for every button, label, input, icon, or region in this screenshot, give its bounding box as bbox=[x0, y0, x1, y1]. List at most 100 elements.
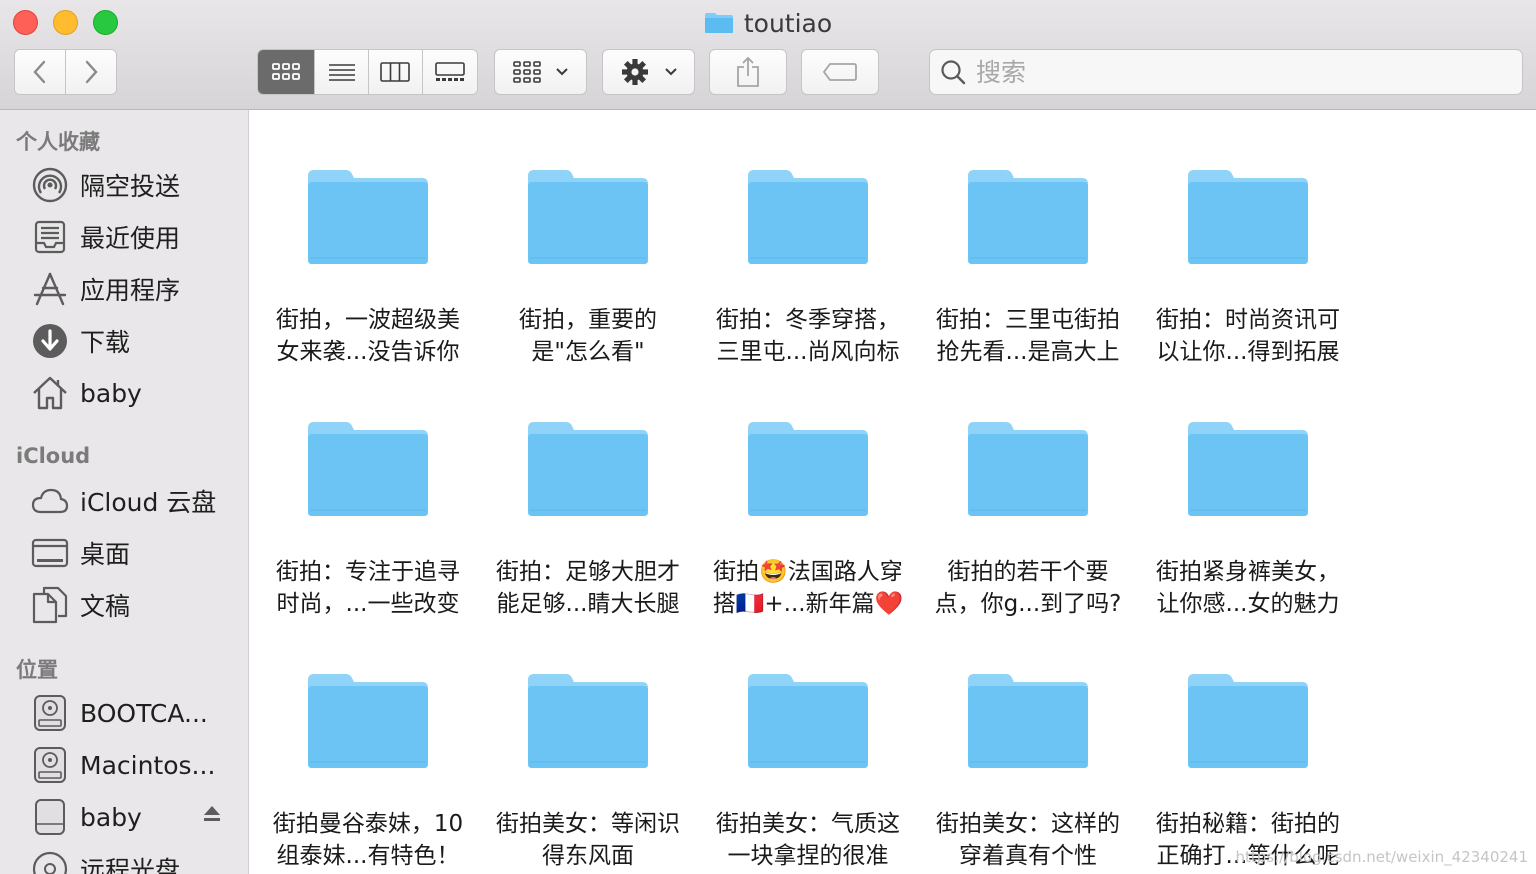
folder-label: 街拍🤩法国路人穿 搭🇫🇷+...新年篇❤️ bbox=[712, 559, 904, 617]
folder-item[interactable]: 街拍：冬季穿搭， 三里屯...尚风向标 bbox=[698, 168, 918, 398]
folder-item[interactable]: 街拍🤩法国路人穿 搭🇫🇷+...新年篇❤️ bbox=[698, 420, 918, 650]
tag-icon bbox=[822, 63, 857, 81]
folder-label: 街拍：三里屯街拍 抢先看...是高大上 bbox=[936, 307, 1120, 365]
icon-view-icon bbox=[272, 63, 301, 80]
folder-item[interactable]: 街拍美女：这样的 穿着真有个性 bbox=[918, 672, 1138, 874]
eject-icon[interactable] bbox=[202, 804, 222, 828]
folder-label: 街拍美女：这样的 穿着真有个性 bbox=[936, 811, 1120, 869]
folder-icon bbox=[1186, 168, 1310, 272]
sidebar-item-label: 下载 bbox=[80, 328, 131, 357]
group-by-button[interactable] bbox=[494, 49, 587, 95]
home-icon bbox=[30, 373, 70, 413]
sidebar-item-remote-disc[interactable]: 远程光盘 bbox=[30, 846, 240, 874]
sidebar-item-macintosh-hd[interactable]: Macintos... bbox=[30, 742, 240, 788]
sidebar-item-label: Macintos... bbox=[80, 750, 216, 780]
recents-icon bbox=[30, 217, 70, 257]
sidebar-item-label: 隔空投送 bbox=[80, 172, 181, 201]
sidebar-heading-icloud: iCloud bbox=[16, 444, 91, 468]
sidebar-item-desktop[interactable]: 桌面 bbox=[30, 530, 240, 576]
folder-icon bbox=[1186, 420, 1310, 524]
folder-icon bbox=[966, 168, 1090, 272]
sidebar-heading-locations: 位置 bbox=[16, 658, 58, 682]
column-view-icon bbox=[380, 62, 411, 82]
downloads-icon bbox=[30, 321, 70, 361]
window-title: toutiao bbox=[0, 6, 1536, 40]
folder-icon bbox=[1186, 672, 1310, 776]
folder-item[interactable]: 街拍曼谷泰妹，10 组泰妹...有特色！ bbox=[258, 672, 478, 874]
sidebar-item-icloud-drive[interactable]: iCloud 云盘 bbox=[30, 478, 240, 524]
folder-item[interactable]: 街拍，重要的 是"怎么看" bbox=[478, 168, 698, 398]
sidebar-item-bootcamp[interactable]: BOOTCA... bbox=[30, 690, 240, 736]
sidebar: 个人收藏 隔空投送 最近使用 应用程序 下载 baby iCloud iClou… bbox=[0, 110, 249, 874]
folder-icon bbox=[526, 672, 650, 776]
folder-icon bbox=[526, 168, 650, 272]
chevron-down-icon bbox=[555, 68, 568, 76]
chevron-right-icon bbox=[85, 60, 98, 84]
folder-item[interactable]: 街拍紧身裤美女， 让你感...女的魅力 bbox=[1138, 420, 1358, 650]
folder-item[interactable]: 街拍美女：气质这 一块拿捏的很准 bbox=[698, 672, 918, 874]
folder-item[interactable]: 街拍美女：等闲识 得东风面 bbox=[478, 672, 698, 874]
back-button[interactable] bbox=[15, 50, 66, 94]
cloud-icon bbox=[30, 481, 70, 521]
list-view-button[interactable] bbox=[315, 50, 369, 94]
view-switcher bbox=[257, 49, 478, 95]
folder-item[interactable]: 街拍：三里屯街拍 抢先看...是高大上 bbox=[918, 168, 1138, 398]
sidebar-item-documents[interactable]: 文稿 bbox=[30, 582, 240, 628]
watermark-text: https://blog.csdn.net/weixin_42340241 bbox=[1235, 848, 1528, 866]
action-button[interactable] bbox=[602, 49, 695, 95]
search-input[interactable] bbox=[976, 57, 1496, 87]
sidebar-heading-favorites: 个人收藏 bbox=[16, 130, 100, 154]
applications-icon bbox=[30, 269, 70, 309]
search-icon bbox=[941, 60, 966, 85]
folder-label: 街拍，重要的 是"怎么看" bbox=[519, 307, 657, 365]
folder-label: 街拍：时尚资讯可 以让你...得到拓展 bbox=[1156, 307, 1340, 365]
gallery-view-button[interactable] bbox=[422, 50, 477, 94]
folder-icon bbox=[746, 420, 870, 524]
chevron-down-icon bbox=[664, 68, 677, 76]
hard-drive-icon bbox=[30, 745, 70, 785]
sidebar-item-label: baby bbox=[80, 378, 142, 408]
sidebar-item-label: baby bbox=[80, 802, 142, 832]
folder-icon bbox=[526, 420, 650, 524]
sidebar-item-external-baby[interactable]: baby bbox=[30, 794, 240, 840]
forward-button[interactable] bbox=[65, 50, 116, 94]
folder-icon bbox=[966, 672, 1090, 776]
folder-item[interactable]: 街拍：专注于追寻 时尚，...一些改变 bbox=[258, 420, 478, 650]
icon-view-button[interactable] bbox=[258, 50, 316, 94]
column-view-button[interactable] bbox=[369, 50, 423, 94]
share-button[interactable] bbox=[709, 49, 787, 95]
window-title-text: toutiao bbox=[743, 8, 833, 38]
sidebar-item-downloads[interactable]: 下载 bbox=[30, 318, 240, 364]
edit-tags-button[interactable] bbox=[801, 49, 879, 95]
sidebar-item-applications[interactable]: 应用程序 bbox=[30, 266, 240, 312]
folder-icon bbox=[746, 168, 870, 272]
documents-icon bbox=[30, 585, 70, 625]
sidebar-item-label: iCloud 云盘 bbox=[80, 488, 217, 517]
gallery-view-icon bbox=[434, 62, 465, 81]
sidebar-item-label: 桌面 bbox=[80, 540, 131, 569]
airdrop-icon bbox=[30, 165, 70, 205]
sidebar-item-home[interactable]: baby bbox=[30, 370, 240, 416]
folder-item[interactable]: 街拍：时尚资讯可 以让你...得到拓展 bbox=[1138, 168, 1358, 398]
file-browser-grid: 街拍，一波超级美 女来袭...没告诉你 街拍，重要的 是"怎么看" 街拍：冬季穿搭，… bbox=[250, 110, 1536, 874]
search-field[interactable] bbox=[929, 49, 1523, 95]
nav-buttons bbox=[14, 49, 117, 95]
folder-icon bbox=[704, 12, 734, 34]
folder-item[interactable]: 街拍：足够大胆才 能足够...睛大长腿 bbox=[478, 420, 698, 650]
desktop-icon bbox=[30, 533, 70, 573]
folder-icon bbox=[306, 672, 430, 776]
folder-item[interactable]: 街拍的若干个要 点，你g...到了吗? bbox=[918, 420, 1138, 650]
sidebar-item-airdrop[interactable]: 隔空投送 bbox=[30, 162, 240, 208]
folder-icon bbox=[966, 420, 1090, 524]
sidebar-item-recents[interactable]: 最近使用 bbox=[30, 214, 240, 260]
share-icon bbox=[737, 56, 759, 87]
folder-label: 街拍曼谷泰妹，10 组泰妹...有特色！ bbox=[272, 811, 464, 869]
sidebar-item-label: 远程光盘 bbox=[80, 856, 181, 874]
remote-disc-icon bbox=[30, 849, 70, 874]
window-titlebar: toutiao bbox=[0, 0, 1536, 110]
group-by-icon bbox=[512, 61, 541, 83]
external-drive-icon bbox=[30, 797, 70, 837]
folder-item[interactable]: 街拍秘籍：街拍的 正确打...等什么呢 bbox=[1138, 672, 1358, 874]
sidebar-item-label: 文稿 bbox=[80, 592, 131, 621]
folder-item[interactable]: 街拍，一波超级美 女来袭...没告诉你 bbox=[258, 168, 478, 398]
